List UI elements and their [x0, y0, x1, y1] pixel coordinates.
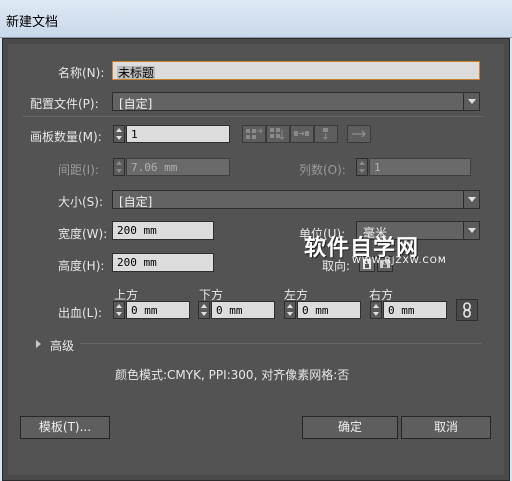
name-input[interactable]: 未标题	[112, 61, 480, 80]
advanced-toggle[interactable]: 高级	[50, 337, 74, 354]
artboards-input[interactable]: 1	[126, 125, 230, 143]
advanced-divider	[80, 343, 482, 344]
artboards-label: 画板数量(M):	[30, 130, 102, 144]
columns-spinner-icon[interactable]	[356, 158, 368, 176]
bleed-top-spinner-icon[interactable]	[113, 301, 125, 319]
chevron-down-icon	[463, 191, 479, 208]
window-titlebar: 新建文档	[0, 0, 512, 38]
bleed-left-input[interactable]: 0 mm	[297, 301, 361, 319]
grid-by-column-icon[interactable]	[266, 125, 290, 143]
height-input[interactable]: 200 mm	[112, 253, 214, 272]
spacing-spinner-icon[interactable]	[113, 158, 125, 176]
size-value: [自定]	[119, 195, 153, 209]
window-title: 新建文档	[6, 15, 59, 30]
height-label: 高度(H):	[58, 259, 105, 273]
spacing-input[interactable]: 7.06 mm	[126, 158, 230, 176]
grid-by-row-icon[interactable]	[242, 125, 266, 143]
columns-label: 列数(O):	[299, 163, 346, 177]
document-info-text: 颜色模式:CMYK, PPI:300, 对齐像素网格:否	[115, 368, 350, 382]
watermark-url: WWW.RJZXW.COM	[352, 256, 447, 266]
bleed-right-spinner-icon[interactable]	[370, 301, 382, 319]
bleed-bottom-spinner-icon[interactable]	[198, 301, 210, 319]
profile-value: [自定]	[119, 97, 153, 111]
cancel-button[interactable]: 取消	[401, 416, 491, 439]
bleed-label: 出血(L):	[58, 306, 103, 320]
link-icon[interactable]	[456, 299, 478, 321]
bleed-left-spinner-icon[interactable]	[284, 301, 296, 319]
templates-button[interactable]: 模板(T)...	[20, 416, 110, 439]
disclosure-triangle-icon[interactable]	[36, 340, 41, 348]
direction-arrow-icon[interactable]	[347, 125, 371, 143]
name-label: 名称(N):	[58, 66, 105, 80]
artboards-spinner-icon[interactable]	[113, 125, 125, 143]
width-input[interactable]: 200 mm	[112, 221, 214, 240]
ok-button[interactable]: 确定	[302, 416, 398, 439]
width-label: 宽度(W):	[58, 227, 108, 241]
bleed-top-input[interactable]: 0 mm	[126, 301, 190, 319]
name-value: 未标题	[117, 66, 156, 80]
columns-input[interactable]: 1	[369, 158, 471, 176]
profile-label: 配置文件(P):	[30, 97, 99, 111]
profile-dropdown[interactable]: [自定]	[112, 92, 480, 111]
group-divider	[22, 116, 484, 117]
chevron-down-icon	[463, 222, 479, 239]
bleed-bottom-input[interactable]: 0 mm	[211, 301, 275, 319]
size-label: 大小(S):	[58, 195, 104, 209]
chevron-down-icon	[463, 93, 479, 110]
arrange-by-row-icon[interactable]	[290, 125, 314, 143]
bleed-right-input[interactable]: 0 mm	[383, 301, 447, 319]
arrange-by-column-icon[interactable]	[314, 125, 338, 143]
size-dropdown[interactable]: [自定]	[112, 190, 480, 209]
spacing-label: 间距(I):	[58, 163, 99, 177]
